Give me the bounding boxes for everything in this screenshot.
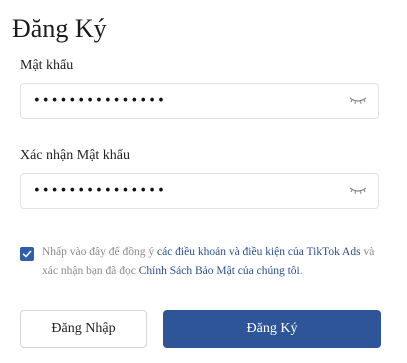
register-button[interactable]: Đăng Ký — [163, 310, 381, 348]
privacy-policy-link[interactable]: Chính Sách Bảo Mật của chúng tôi — [139, 265, 300, 277]
confirm-password-field[interactable]: ••••••••••••••• — [20, 173, 379, 209]
agreement-text-3: . — [299, 265, 303, 277]
password-label: Mật khẩu — [20, 58, 74, 73]
agreement-text: Nhấp vào đây để đồng ý các điều khoản và… — [42, 243, 382, 281]
eye-closed-icon[interactable] — [349, 186, 367, 196]
checkmark-icon — [22, 250, 32, 258]
eye-closed-icon[interactable] — [349, 96, 367, 106]
confirm-password-label: Xác nhận Mật khẩu — [20, 148, 131, 163]
password-field[interactable]: ••••••••••••••• — [20, 83, 379, 119]
terms-link[interactable]: các điều khoản và điều kiện của TikTok A… — [157, 246, 361, 258]
agree-checkbox[interactable] — [20, 247, 34, 261]
password-value: ••••••••••••••• — [33, 93, 167, 109]
confirm-password-value: ••••••••••••••• — [33, 183, 167, 199]
page-title: Đăng Ký — [12, 14, 107, 43]
login-button[interactable]: Đăng Nhập — [20, 310, 147, 348]
agreement-text-1: Nhấp vào đây để đồng ý — [42, 246, 157, 258]
